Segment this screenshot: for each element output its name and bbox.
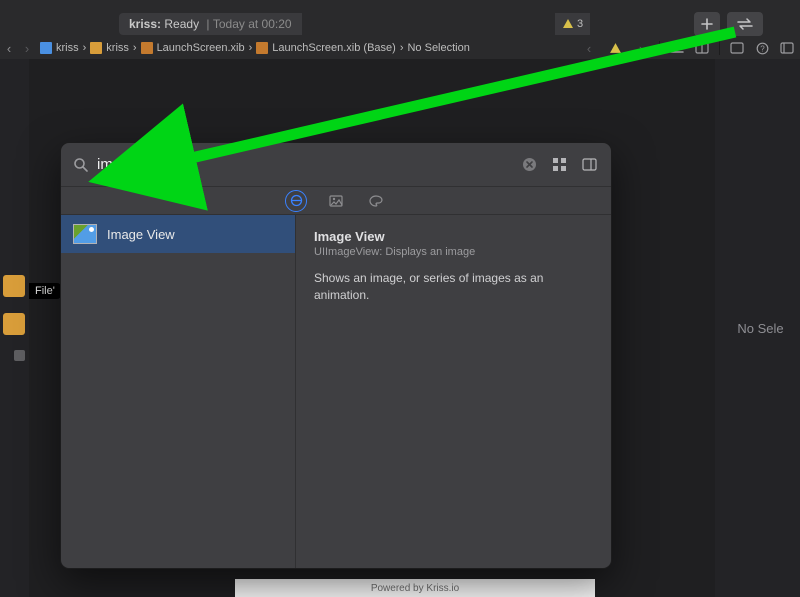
inspector-pane: No Sele [715, 59, 800, 597]
breadcrumb[interactable]: No Selection [403, 42, 473, 54]
detail-subtitle: UIImageView: Displays an image [314, 246, 593, 258]
breadcrumb[interactable]: LaunchScreen.xib [137, 42, 249, 54]
warning-count-pill[interactable]: 3 [555, 13, 590, 35]
list-view-button[interactable] [579, 155, 599, 175]
search-input[interactable] [97, 156, 509, 173]
plus-icon [701, 18, 713, 30]
panels-icon[interactable] [779, 40, 795, 56]
search-icon [73, 157, 89, 173]
breadcrumb[interactable]: kriss [36, 42, 83, 54]
xib-file-icon [141, 42, 153, 54]
breadcrumb[interactable]: LaunchScreen.xib (Base) [252, 42, 400, 54]
object-cube-icon[interactable] [3, 275, 25, 297]
results-list[interactable]: Image View [61, 215, 296, 568]
svg-text:?: ? [760, 44, 765, 53]
issue-forward-button[interactable]: › [632, 41, 650, 56]
warning-icon[interactable] [607, 40, 623, 56]
outline-icon[interactable] [669, 40, 685, 56]
adjust-editor-icon[interactable] [694, 40, 710, 56]
object-library-popover: Image View Image View UIImageView: Displ… [60, 142, 612, 569]
nav-back-button[interactable]: ‹ [0, 41, 18, 56]
image-view-icon [73, 224, 97, 244]
xib-file-icon [256, 42, 268, 54]
breadcrumb[interactable]: kriss [86, 42, 133, 54]
warning-icon [562, 18, 574, 30]
detail-title: Image View [314, 229, 593, 244]
object-small-icon[interactable] [14, 350, 25, 361]
clear-search-button[interactable] [519, 155, 539, 175]
object-cube-icon[interactable] [3, 313, 25, 335]
minimap-icon[interactable] [729, 40, 745, 56]
objects-tab[interactable] [287, 192, 305, 210]
issue-back-button[interactable]: ‹ [580, 41, 598, 56]
color-tab[interactable] [367, 192, 385, 210]
help-icon[interactable]: ? [754, 40, 770, 56]
project-status-pill: kriss: Ready | Today at 00:20 [119, 13, 302, 35]
grid-view-button[interactable] [549, 155, 569, 175]
files-owner-tag[interactable]: File' [29, 283, 61, 299]
media-tab[interactable] [327, 192, 345, 210]
toolbar-add-button[interactable] [694, 12, 720, 36]
swap-arrows-icon [736, 18, 754, 30]
preview-footer: Powered by Kriss.io [235, 579, 595, 597]
detail-body: Shows an image, or series of images as a… [314, 270, 593, 304]
swift-file-icon [40, 42, 52, 54]
toolbar-swap-button[interactable] [727, 12, 763, 36]
folder-icon [90, 42, 102, 54]
nav-forward-button[interactable]: › [18, 41, 36, 56]
list-item[interactable]: Image View [61, 215, 295, 253]
result-detail: Image View UIImageView: Displays an imag… [296, 215, 611, 568]
